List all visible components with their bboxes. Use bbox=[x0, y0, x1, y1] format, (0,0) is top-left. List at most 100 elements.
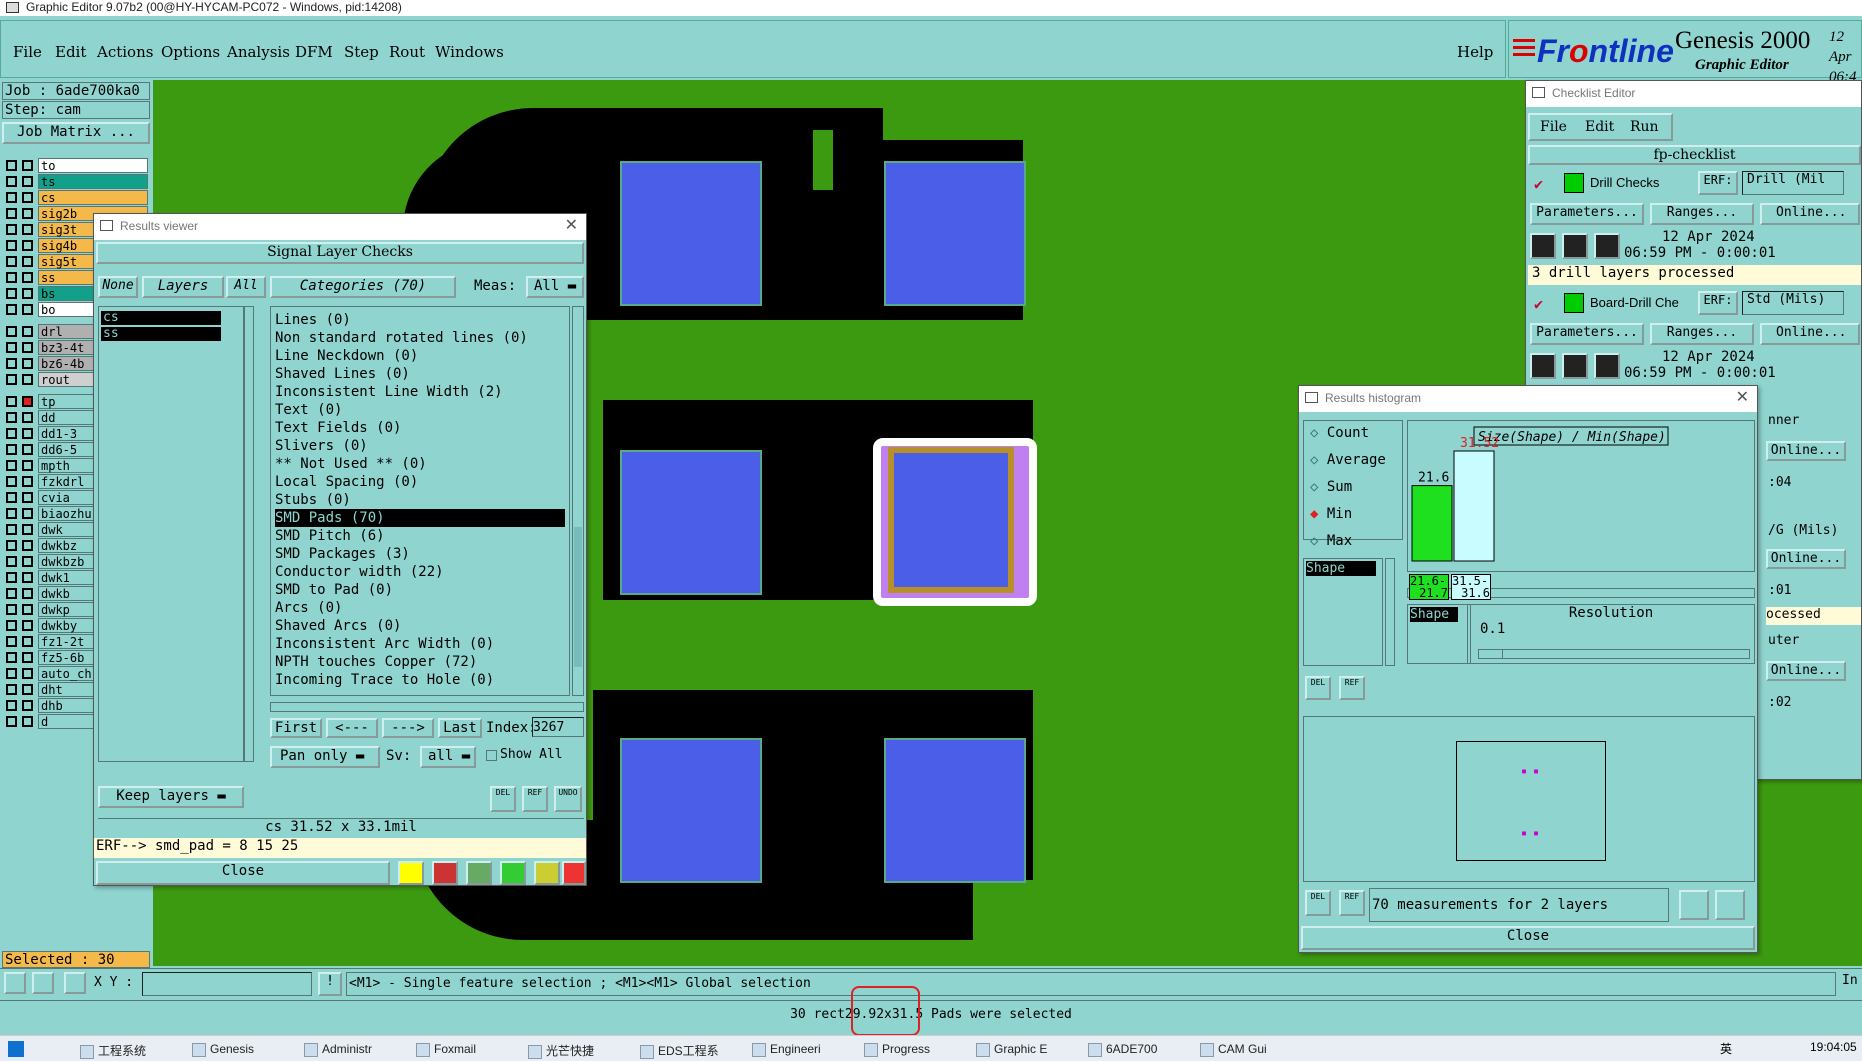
histogram-option-min[interactable]: ◆ Min bbox=[1310, 506, 1352, 522]
taskbar-item[interactable]: 工程系统 bbox=[80, 1042, 146, 1059]
taskbar-item[interactable]: Foxmail bbox=[416, 1042, 476, 1057]
board-drill-label[interactable]: Board-Drill Che bbox=[1590, 295, 1679, 310]
pan-dropdown[interactable]: Pan only ▬ bbox=[270, 746, 380, 768]
category-item[interactable]: Text Fields (0) bbox=[275, 419, 401, 437]
layer-checkbox[interactable] bbox=[6, 684, 17, 695]
layer-checkbox[interactable] bbox=[6, 636, 17, 647]
none-button[interactable]: None bbox=[98, 276, 138, 298]
layer-checkbox[interactable] bbox=[6, 176, 17, 187]
preview-board[interactable]: ▪ ▪ ▪ ▪ bbox=[1456, 741, 1606, 861]
menu-help[interactable]: Help bbox=[1457, 43, 1493, 61]
last-button[interactable]: Last bbox=[438, 718, 482, 738]
menu-options[interactable]: Options bbox=[161, 43, 220, 61]
ranges-button[interactable]: Ranges... bbox=[1650, 203, 1754, 225]
layer-checkbox[interactable] bbox=[22, 374, 33, 385]
next-button[interactable]: ---> bbox=[382, 718, 434, 738]
checklist-menu-edit[interactable]: Edit bbox=[1585, 119, 1614, 135]
run-icon[interactable] bbox=[1562, 353, 1588, 379]
shape-list[interactable]: Shape bbox=[1303, 558, 1383, 666]
category-item[interactable]: NPTH touches Copper (72) bbox=[275, 653, 477, 671]
layer-checkbox[interactable] bbox=[22, 272, 33, 283]
layer-checkbox[interactable] bbox=[22, 412, 33, 423]
smd-pad[interactable] bbox=[620, 161, 762, 306]
job-matrix-button[interactable]: Job Matrix ... bbox=[2, 122, 150, 144]
online-button[interactable]: Online... bbox=[1760, 203, 1860, 225]
category-item[interactable]: Shaved Lines (0) bbox=[275, 365, 410, 383]
layer-checkbox[interactable] bbox=[6, 604, 17, 615]
all-button[interactable]: All bbox=[226, 276, 266, 298]
layer-checkbox[interactable] bbox=[22, 176, 33, 187]
category-item[interactable]: Non standard rotated lines (0) bbox=[275, 329, 528, 347]
layer-name[interactable]: to bbox=[38, 158, 148, 173]
sv-dropdown[interactable]: all ▬ bbox=[420, 746, 476, 768]
menu-edit[interactable]: Edit bbox=[55, 43, 86, 61]
category-item[interactable]: Arcs (0) bbox=[275, 599, 342, 617]
layer-checkbox[interactable] bbox=[6, 524, 17, 535]
layer-checkbox[interactable] bbox=[22, 288, 33, 299]
category-item[interactable]: Lines (0) bbox=[275, 311, 351, 329]
layer-list-scrollbar[interactable] bbox=[244, 306, 254, 762]
preview-ref-button[interactable]: REF bbox=[1339, 890, 1365, 916]
taskbar-item[interactable]: Graphic E bbox=[976, 1042, 1047, 1057]
categories-hscroll[interactable] bbox=[270, 702, 584, 712]
measure-icon[interactable] bbox=[32, 972, 54, 994]
smd-pad[interactable] bbox=[620, 738, 762, 883]
layer-checkbox[interactable] bbox=[6, 240, 17, 251]
run-icon[interactable] bbox=[1530, 353, 1556, 379]
category-item[interactable]: ** Not Used ** (0) bbox=[275, 455, 427, 473]
layer-checkbox[interactable] bbox=[22, 588, 33, 599]
enabled-check-icon[interactable]: ✔ bbox=[1534, 295, 1543, 313]
windows-start-icon[interactable] bbox=[8, 1041, 24, 1057]
layer-checkbox[interactable] bbox=[6, 160, 17, 171]
layer-row[interactable]: cs bbox=[2, 190, 150, 206]
grid-icon[interactable] bbox=[64, 972, 86, 994]
close-icon[interactable]: ✕ bbox=[1736, 386, 1749, 410]
taskbar-item[interactable]: Genesis bbox=[192, 1042, 254, 1057]
layer-checkbox[interactable] bbox=[6, 428, 17, 439]
xy-input[interactable] bbox=[142, 972, 312, 996]
layer-checkbox[interactable] bbox=[6, 620, 17, 631]
close-icon[interactable]: ✕ bbox=[565, 214, 578, 238]
hist-del-button[interactable]: DEL bbox=[1305, 676, 1331, 700]
layer-checkbox[interactable] bbox=[22, 160, 33, 171]
layer-checkbox[interactable] bbox=[22, 428, 33, 439]
layer-list-item[interactable]: ss bbox=[101, 327, 221, 341]
layer-checkbox[interactable] bbox=[6, 492, 17, 503]
layer-checkbox[interactable] bbox=[6, 556, 17, 567]
category-item[interactable]: Shaved Arcs (0) bbox=[275, 617, 401, 635]
layer-checkbox[interactable] bbox=[22, 652, 33, 663]
menu-analysis[interactable]: Analysis bbox=[227, 43, 290, 61]
online-button[interactable]: Online... bbox=[1766, 549, 1846, 569]
hist-ref-button[interactable]: REF bbox=[1339, 676, 1365, 700]
layer-checkbox[interactable] bbox=[22, 240, 33, 251]
histogram-option-max[interactable]: ◇ Max bbox=[1310, 533, 1352, 549]
category-item[interactable]: Text (0) bbox=[275, 401, 342, 419]
parameters-button[interactable]: Parameters... bbox=[1530, 323, 1644, 345]
smd-pad[interactable] bbox=[620, 450, 762, 595]
category-item[interactable]: SMD Packages (3) bbox=[275, 545, 410, 563]
parameters-button[interactable]: Parameters... bbox=[1530, 203, 1644, 225]
layer-checkbox[interactable] bbox=[6, 540, 17, 551]
taskbar-item[interactable]: Progress bbox=[864, 1042, 930, 1057]
layer-checkbox[interactable] bbox=[6, 572, 17, 583]
menu-dfm[interactable]: DFM bbox=[295, 43, 333, 61]
layer-checkbox[interactable] bbox=[22, 208, 33, 219]
layer-checkbox[interactable] bbox=[22, 716, 33, 727]
online-button[interactable]: Online... bbox=[1766, 661, 1846, 681]
layer-checkbox[interactable] bbox=[6, 396, 17, 407]
histogram-bar[interactable] bbox=[1411, 485, 1453, 562]
category-item[interactable]: SMD Pitch (6) bbox=[275, 527, 385, 545]
results-close-button[interactable]: Close bbox=[96, 861, 390, 885]
menu-file[interactable]: File bbox=[13, 43, 42, 61]
layer-checkbox[interactable] bbox=[6, 412, 17, 423]
layer-checkbox[interactable] bbox=[6, 476, 17, 487]
zoom-in-icon[interactable] bbox=[1679, 890, 1709, 920]
taskbar-item[interactable]: EDS工程系 bbox=[640, 1042, 719, 1059]
histogram-icon[interactable] bbox=[562, 861, 586, 885]
layer-row[interactable]: to bbox=[2, 158, 150, 174]
layer-name[interactable]: ts bbox=[38, 174, 148, 189]
menu-rout[interactable]: Rout bbox=[389, 43, 425, 61]
layer-checkbox[interactable] bbox=[6, 358, 17, 369]
layer-checkbox[interactable] bbox=[22, 572, 33, 583]
layer-checkbox[interactable] bbox=[6, 588, 17, 599]
